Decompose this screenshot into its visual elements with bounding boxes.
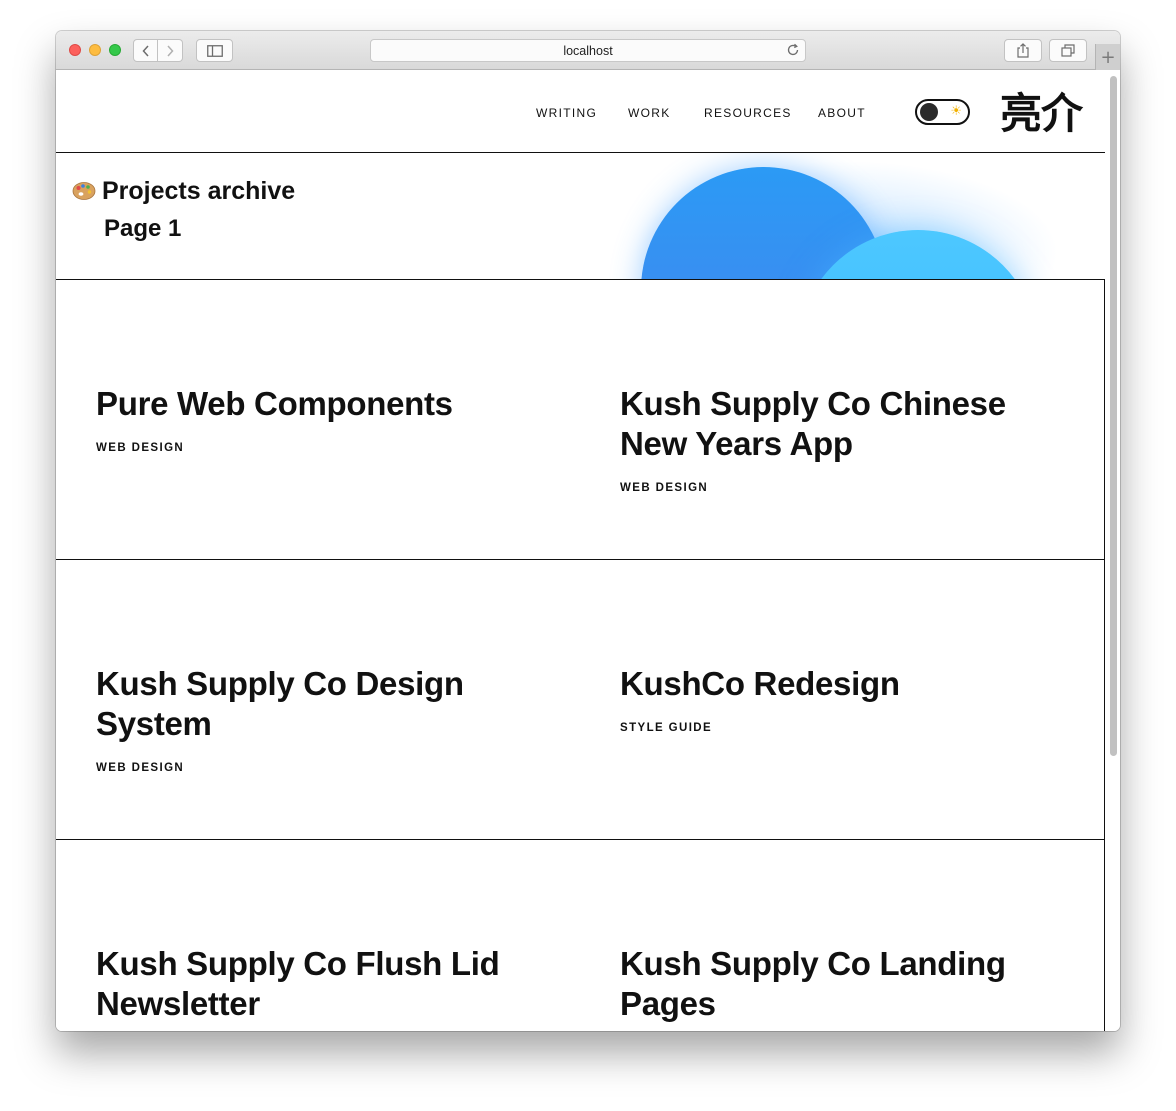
site-logo[interactable]: 亮介 [1000, 80, 1083, 141]
new-tab-button[interactable]: + [1095, 44, 1120, 70]
forward-button[interactable] [158, 39, 183, 62]
page-number: Page 1 [104, 215, 182, 242]
zoom-window-button[interactable] [109, 44, 121, 56]
project-title: Kush Supply Co Design System WEB DESIGN [96, 664, 536, 788]
sun-icon: ☀ [950, 104, 962, 119]
nav-writing[interactable]: WRITING [536, 106, 597, 120]
nav-about[interactable]: ABOUT [818, 106, 866, 120]
toggle-knob [920, 103, 938, 121]
project-card[interactable]: Kush Supply Co Landing Pages [580, 840, 1105, 1031]
back-button[interactable] [133, 39, 158, 62]
tab-overview-button[interactable] [1049, 39, 1087, 62]
project-title: Kush Supply Co Chinese New Years App WEB … [620, 384, 1060, 508]
page-scrollbar[interactable] [1110, 76, 1117, 756]
project-title: Kush Supply Co Flush Lid Newsletter [96, 945, 500, 1022]
share-button[interactable] [1004, 39, 1042, 62]
project-tag: STYLE GUIDE [620, 722, 713, 734]
close-window-button[interactable] [69, 44, 81, 56]
chevron-right-icon [167, 44, 174, 57]
plus-icon: + [1100, 46, 1116, 68]
project-tag: WEB DESIGN [620, 482, 709, 494]
site-header: WRITING WORK RESOURCES ABOUT ☀ 亮介 [56, 70, 1105, 153]
theme-toggle[interactable]: ☀ [915, 99, 970, 125]
palette-icon [72, 182, 96, 200]
project-card[interactable]: Kush Supply Co Chinese New Years App WEB … [580, 280, 1105, 560]
web-page: WRITING WORK RESOURCES ABOUT ☀ 亮介 Projec… [56, 70, 1120, 1031]
browser-window: localhost + WRITING WORK RESOURCES ABOUT… [56, 31, 1120, 1031]
sidebar-icon [206, 44, 223, 57]
url-text: localhost [563, 43, 613, 58]
page-hero: Projects archive Page 1 [56, 153, 1105, 280]
minimize-window-button[interactable] [89, 44, 101, 56]
project-title: Kush Supply Co Landing Pages [620, 945, 1006, 1022]
tabs-icon [1061, 44, 1075, 57]
project-card[interactable]: Pure Web Components WEB DESIGN [56, 280, 581, 560]
chevron-left-icon [141, 44, 149, 57]
nav-work[interactable]: WORK [628, 106, 671, 120]
page-title: Projects archive [102, 177, 296, 205]
project-tag: WEB DESIGN [96, 762, 185, 774]
sidebar-toggle-button[interactable] [196, 39, 233, 62]
project-title: KushCo Redesign STYLE GUIDE [620, 664, 1060, 748]
project-tag: WEB DESIGN [96, 442, 185, 454]
project-title: Pure Web Components WEB DESIGN [96, 384, 536, 468]
project-card[interactable]: Kush Supply Co Flush Lid Newsletter [56, 840, 581, 1031]
project-card[interactable]: Kush Supply Co Design System WEB DESIGN [56, 560, 581, 840]
share-icon [1017, 43, 1029, 58]
project-card[interactable]: KushCo Redesign STYLE GUIDE [580, 560, 1105, 840]
nav-resources[interactable]: RESOURCES [704, 106, 792, 120]
reload-icon[interactable] [786, 43, 800, 60]
title-bar: localhost + [56, 31, 1120, 70]
address-bar[interactable]: localhost [370, 39, 806, 62]
